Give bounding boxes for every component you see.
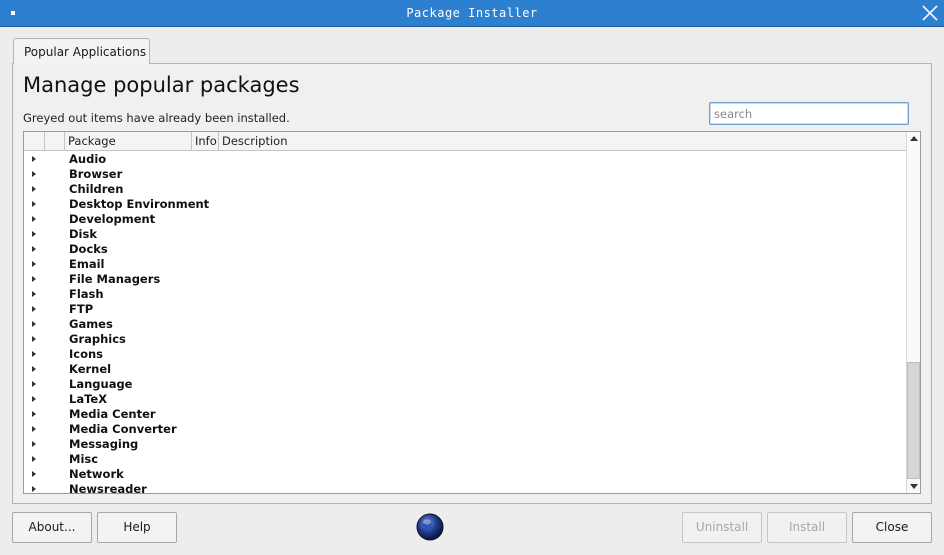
vertical-scrollbar[interactable] bbox=[906, 132, 920, 493]
expand-arrow-icon[interactable] bbox=[32, 411, 36, 417]
category-label: Media Center bbox=[69, 407, 156, 421]
category-label: Docks bbox=[69, 242, 108, 256]
tree-row-media-center[interactable]: Media Center bbox=[24, 407, 906, 422]
tree-row-flash[interactable]: Flash bbox=[24, 287, 906, 302]
expand-arrow-icon[interactable] bbox=[32, 156, 36, 162]
tree-row-graphics[interactable]: Graphics bbox=[24, 332, 906, 347]
column-header-package[interactable]: Package bbox=[65, 132, 192, 151]
tree-row-language[interactable]: Language bbox=[24, 377, 906, 392]
category-label: Flash bbox=[69, 287, 104, 301]
title-bar: Package Installer bbox=[0, 0, 944, 27]
expand-arrow-icon[interactable] bbox=[32, 381, 36, 387]
tree-row-messaging[interactable]: Messaging bbox=[24, 437, 906, 452]
expand-arrow-icon[interactable] bbox=[32, 471, 36, 477]
tab-popular-applications[interactable]: Popular Applications bbox=[13, 38, 150, 64]
tree-row-ftp[interactable]: FTP bbox=[24, 302, 906, 317]
category-label: Language bbox=[69, 377, 133, 391]
tree-row-email[interactable]: Email bbox=[24, 257, 906, 272]
category-label: Network bbox=[69, 467, 124, 481]
close-button[interactable]: Close bbox=[852, 512, 932, 543]
tree-row-browser[interactable]: Browser bbox=[24, 167, 906, 182]
category-label: LaTeX bbox=[69, 392, 108, 406]
column-header-info[interactable]: Info bbox=[192, 132, 219, 151]
uninstall-button[interactable]: Uninstall bbox=[682, 512, 762, 543]
column-header-description[interactable]: Description bbox=[219, 132, 906, 151]
expand-arrow-icon[interactable] bbox=[32, 291, 36, 297]
expand-arrow-icon[interactable] bbox=[32, 231, 36, 237]
expand-arrow-icon[interactable] bbox=[32, 351, 36, 357]
expand-arrow-icon[interactable] bbox=[32, 261, 36, 267]
category-label: Misc bbox=[69, 452, 99, 466]
expand-arrow-icon[interactable] bbox=[32, 396, 36, 402]
search-input[interactable] bbox=[709, 102, 909, 125]
tree-rows: Audio Browser Children Desktop Environme… bbox=[24, 152, 906, 494]
info-text: Greyed out items have already been insta… bbox=[23, 111, 290, 125]
expand-arrow-icon[interactable] bbox=[32, 246, 36, 252]
about-button[interactable]: About... bbox=[12, 512, 92, 543]
tree-row-newsreader[interactable]: Newsreader bbox=[24, 482, 906, 494]
close-icon[interactable] bbox=[920, 3, 940, 23]
install-button[interactable]: Install bbox=[767, 512, 847, 543]
window-title: Package Installer bbox=[406, 6, 538, 20]
tree-row-disk[interactable]: Disk bbox=[24, 227, 906, 242]
tree-row-latex[interactable]: LaTeX bbox=[24, 392, 906, 407]
tree-row-network[interactable]: Network bbox=[24, 467, 906, 482]
expand-arrow-icon[interactable] bbox=[32, 426, 36, 432]
column-header-expand[interactable] bbox=[24, 132, 45, 151]
expand-arrow-icon[interactable] bbox=[32, 366, 36, 372]
tree-row-icons[interactable]: Icons bbox=[24, 347, 906, 362]
scroll-trough[interactable] bbox=[907, 146, 920, 479]
category-label: File Managers bbox=[69, 272, 161, 286]
tree-row-misc[interactable]: Misc bbox=[24, 452, 906, 467]
category-label: Messaging bbox=[69, 437, 139, 451]
tree-row-docks[interactable]: Docks bbox=[24, 242, 906, 257]
category-label: Graphics bbox=[69, 332, 126, 346]
tree-row-development[interactable]: Development bbox=[24, 212, 906, 227]
expand-arrow-icon[interactable] bbox=[32, 216, 36, 222]
expand-arrow-icon[interactable] bbox=[32, 336, 36, 342]
category-label: FTP bbox=[69, 302, 94, 316]
page-title: Manage popular packages bbox=[23, 73, 300, 97]
column-header-check[interactable] bbox=[45, 132, 65, 151]
category-label: Development bbox=[69, 212, 156, 226]
globe-icon bbox=[416, 513, 444, 541]
expand-arrow-icon[interactable] bbox=[32, 186, 36, 192]
category-label: Media Converter bbox=[69, 422, 177, 436]
expand-arrow-icon[interactable] bbox=[32, 456, 36, 462]
scroll-down-icon[interactable] bbox=[910, 484, 918, 489]
tree-row-kernel[interactable]: Kernel bbox=[24, 362, 906, 377]
tree-row-audio[interactable]: Audio bbox=[24, 152, 906, 167]
expand-arrow-icon[interactable] bbox=[32, 486, 36, 492]
scroll-thumb[interactable] bbox=[907, 362, 920, 479]
category-label: Browser bbox=[69, 167, 123, 181]
category-label: Children bbox=[69, 182, 124, 196]
category-label: Desktop Environment bbox=[69, 197, 210, 211]
category-label: Games bbox=[69, 317, 113, 331]
category-label: Newsreader bbox=[69, 482, 147, 494]
expand-arrow-icon[interactable] bbox=[32, 171, 36, 177]
category-label: Email bbox=[69, 257, 105, 271]
tree-row-children[interactable]: Children bbox=[24, 182, 906, 197]
category-label: Disk bbox=[69, 227, 97, 241]
expand-arrow-icon[interactable] bbox=[32, 201, 36, 207]
category-label: Audio bbox=[69, 152, 107, 166]
category-label: Icons bbox=[69, 347, 104, 361]
scroll-up-icon[interactable] bbox=[910, 136, 918, 141]
expand-arrow-icon[interactable] bbox=[32, 321, 36, 327]
expand-arrow-icon[interactable] bbox=[32, 306, 36, 312]
expand-arrow-icon[interactable] bbox=[32, 441, 36, 447]
tree-header: Package Info Description bbox=[24, 132, 906, 151]
help-button[interactable]: Help bbox=[97, 512, 177, 543]
package-tree[interactable]: Package Info Description Audio Browser C… bbox=[23, 131, 921, 494]
category-label: Kernel bbox=[69, 362, 112, 376]
expand-arrow-icon[interactable] bbox=[32, 276, 36, 282]
tree-row-games[interactable]: Games bbox=[24, 317, 906, 332]
tree-row-media-converter[interactable]: Media Converter bbox=[24, 422, 906, 437]
tree-row-desktop-environment[interactable]: Desktop Environment bbox=[24, 197, 906, 212]
tree-row-file-managers[interactable]: File Managers bbox=[24, 272, 906, 287]
